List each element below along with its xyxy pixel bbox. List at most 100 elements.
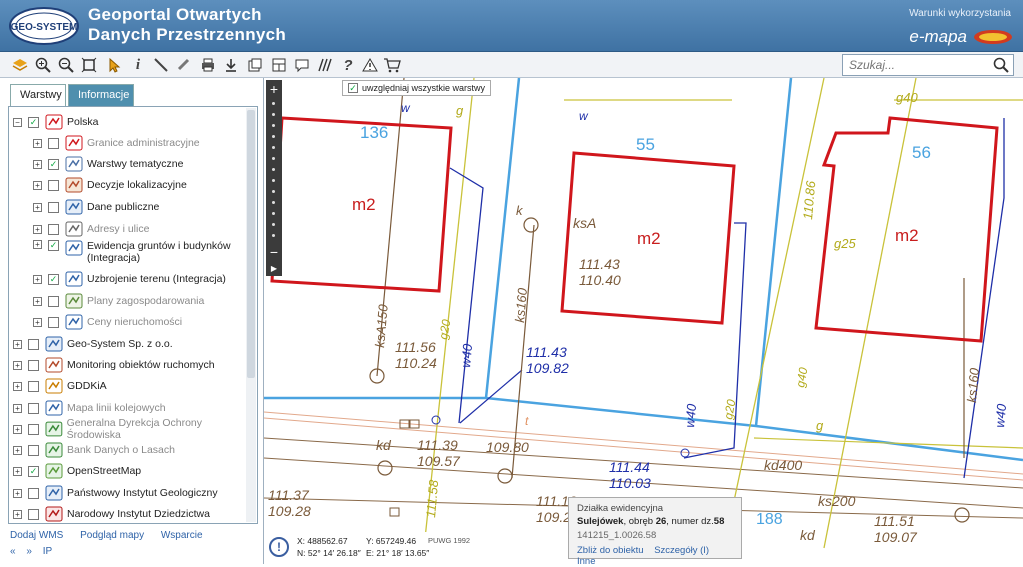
details-link[interactable]: Szczegóły (I) [654,545,709,556]
expand-toggle-icon[interactable]: + [13,488,22,498]
ip-link[interactable]: IP [43,546,52,557]
layer-row[interactable]: + ✓ Warstwy tematyczne [33,155,183,173]
layer-checkbox[interactable] [28,359,39,371]
layer-row[interactable]: + GDDKiA [13,377,107,395]
layer-checkbox[interactable]: ✓ [28,116,39,128]
layer-row[interactable]: + Ceny nieruchomości [33,313,182,331]
warning-icon[interactable] [360,55,380,75]
expand-toggle-icon[interactable]: + [13,466,22,476]
layer-checkbox[interactable] [48,316,59,328]
expand-toggle-icon[interactable]: + [33,296,42,306]
layer-row[interactable]: + Bank Danych o Lasach [13,441,175,459]
search-input[interactable] [843,55,983,75]
expand-toggle-icon[interactable]: + [13,403,22,413]
layer-checkbox[interactable]: ✓ [28,465,39,477]
layer-row[interactable]: + Monitoring obiektów ruchomych [13,356,215,374]
tab-layers[interactable]: Warstwy [10,84,66,106]
all-layers-checkbox[interactable]: ✓ uwzględniaj wszystkie warstwy [342,80,492,96]
map-svg[interactable]: 136 55 56 188 m2 m2 m2 111.56 110.24 111… [264,78,1023,564]
layer-checkbox[interactable] [48,223,59,235]
other-link[interactable]: Inne [577,556,596,567]
layer-checkbox[interactable] [28,508,39,520]
layer-checkbox[interactable] [28,380,39,392]
layer-checkbox[interactable] [48,179,59,191]
layer-checkbox[interactable] [28,444,39,456]
layer-checkbox[interactable]: ✓ [48,240,59,251]
checkbox[interactable]: ✓ [348,83,358,93]
layer-row[interactable]: + Państwowy Instytut Geologiczny [13,484,218,502]
pointer-icon[interactable] [104,55,124,75]
zoom-in-button[interactable]: + [266,82,282,96]
layer-checkbox[interactable] [48,137,59,149]
layer-row[interactable]: + ✓ Uzbrojenie terenu (Integracja) [33,270,226,288]
layer-row[interactable]: + Plany zagospodarowania [33,292,204,310]
layer-checkbox[interactable] [27,423,39,435]
nav-prev[interactable]: « [10,546,16,557]
layer-row[interactable]: − ✓ Polska [13,113,99,131]
expand-toggle-icon[interactable]: + [13,339,22,349]
tree-scrollbar[interactable] [246,108,256,522]
expand-toggle-icon[interactable]: + [33,224,42,234]
link-icon[interactable] [174,55,194,75]
zoom-out-icon[interactable] [56,55,76,75]
layer-row[interactable]: + ✓ OpenStreetMap [13,462,141,480]
expand-toggle-icon[interactable]: + [33,240,42,249]
layer-row[interactable]: + Dane publiczne [33,198,159,216]
layer-checkbox[interactable] [28,338,39,350]
layer-row[interactable]: + ✓ Ewidencja gruntów i budynków (Integracj… [33,240,231,268]
layer-checkbox[interactable] [28,402,39,414]
layer-checkbox[interactable] [28,487,39,499]
scrollbar-thumb[interactable] [247,110,255,378]
expand-toggle-icon[interactable]: + [33,159,42,169]
tab-info[interactable]: Informacje [68,84,134,106]
zoom-slider[interactable]: + − [266,80,282,276]
layer-row[interactable]: + Generalna Dyrekcja Ochrony Środowiska [13,417,257,441]
measure-line-icon[interactable] [151,55,171,75]
layer-row[interactable]: + Granice administracyjne [33,134,200,152]
expand-toggle-icon[interactable]: + [33,274,42,284]
map-preview-link[interactable]: Podgląd mapy [80,530,144,541]
expand-toggle-icon[interactable]: + [33,317,42,327]
print-icon[interactable] [198,55,218,75]
play-icon[interactable]: ▶ [266,262,282,276]
zoom-out-button[interactable]: − [266,244,282,260]
map-canvas[interactable]: 136 55 56 188 m2 m2 m2 111.56 110.24 111… [264,78,1023,564]
export-icon[interactable] [245,55,265,75]
layer-row[interactable]: + Adresy i ulice [33,220,149,238]
zoom-in-icon[interactable] [33,55,53,75]
support-link[interactable]: Wsparcie [161,530,203,541]
layer-row[interactable]: + Narodowy Instytut Dziedzictwa [13,505,210,523]
zoom-to-object-link[interactable]: Zbliż do obiektu [577,545,644,556]
expand-toggle-icon[interactable]: + [33,138,42,148]
download-icon[interactable] [221,55,241,75]
search-icon[interactable] [993,57,1009,73]
terms-link[interactable]: Warunki wykorzystania [909,8,1011,19]
layer-row[interactable]: + Mapa linii kolejowych [13,399,166,417]
comment-icon[interactable] [292,55,312,75]
expand-toggle-icon[interactable]: + [13,424,22,434]
expand-toggle-icon[interactable]: + [13,509,22,519]
full-extent-icon[interactable] [79,55,99,75]
layer-checkbox[interactable] [48,295,59,307]
layer-checkbox[interactable]: ✓ [48,158,59,170]
layout-icon[interactable] [269,55,289,75]
nav-next[interactable]: » [26,546,32,557]
expand-toggle-icon[interactable]: + [13,381,22,391]
cart-icon[interactable] [382,55,402,75]
hatching-icon[interactable] [315,55,335,75]
add-wms-link[interactable]: Dodaj WMS [10,530,63,541]
info-circle-icon[interactable]: ! [269,537,289,557]
layer-checkbox[interactable]: ✓ [48,273,59,285]
layer-row[interactable]: + Geo-System Sp. z o.o. [13,335,173,353]
collapse-toggle-icon[interactable]: − [13,117,22,127]
expand-toggle-icon[interactable]: + [33,180,42,190]
geo-system-logo[interactable]: GEO-SYSTEM [8,6,80,46]
expand-toggle-icon[interactable]: + [13,360,22,370]
layer-row[interactable]: + Decyzje lokalizacyjne [33,176,187,194]
layer-checkbox[interactable] [48,201,59,213]
expand-toggle-icon[interactable]: + [33,202,42,212]
expand-toggle-icon[interactable]: + [13,445,22,455]
layers-tool-icon[interactable] [10,55,30,75]
help-icon[interactable]: ? [338,55,358,75]
info-icon[interactable]: i [128,55,148,75]
